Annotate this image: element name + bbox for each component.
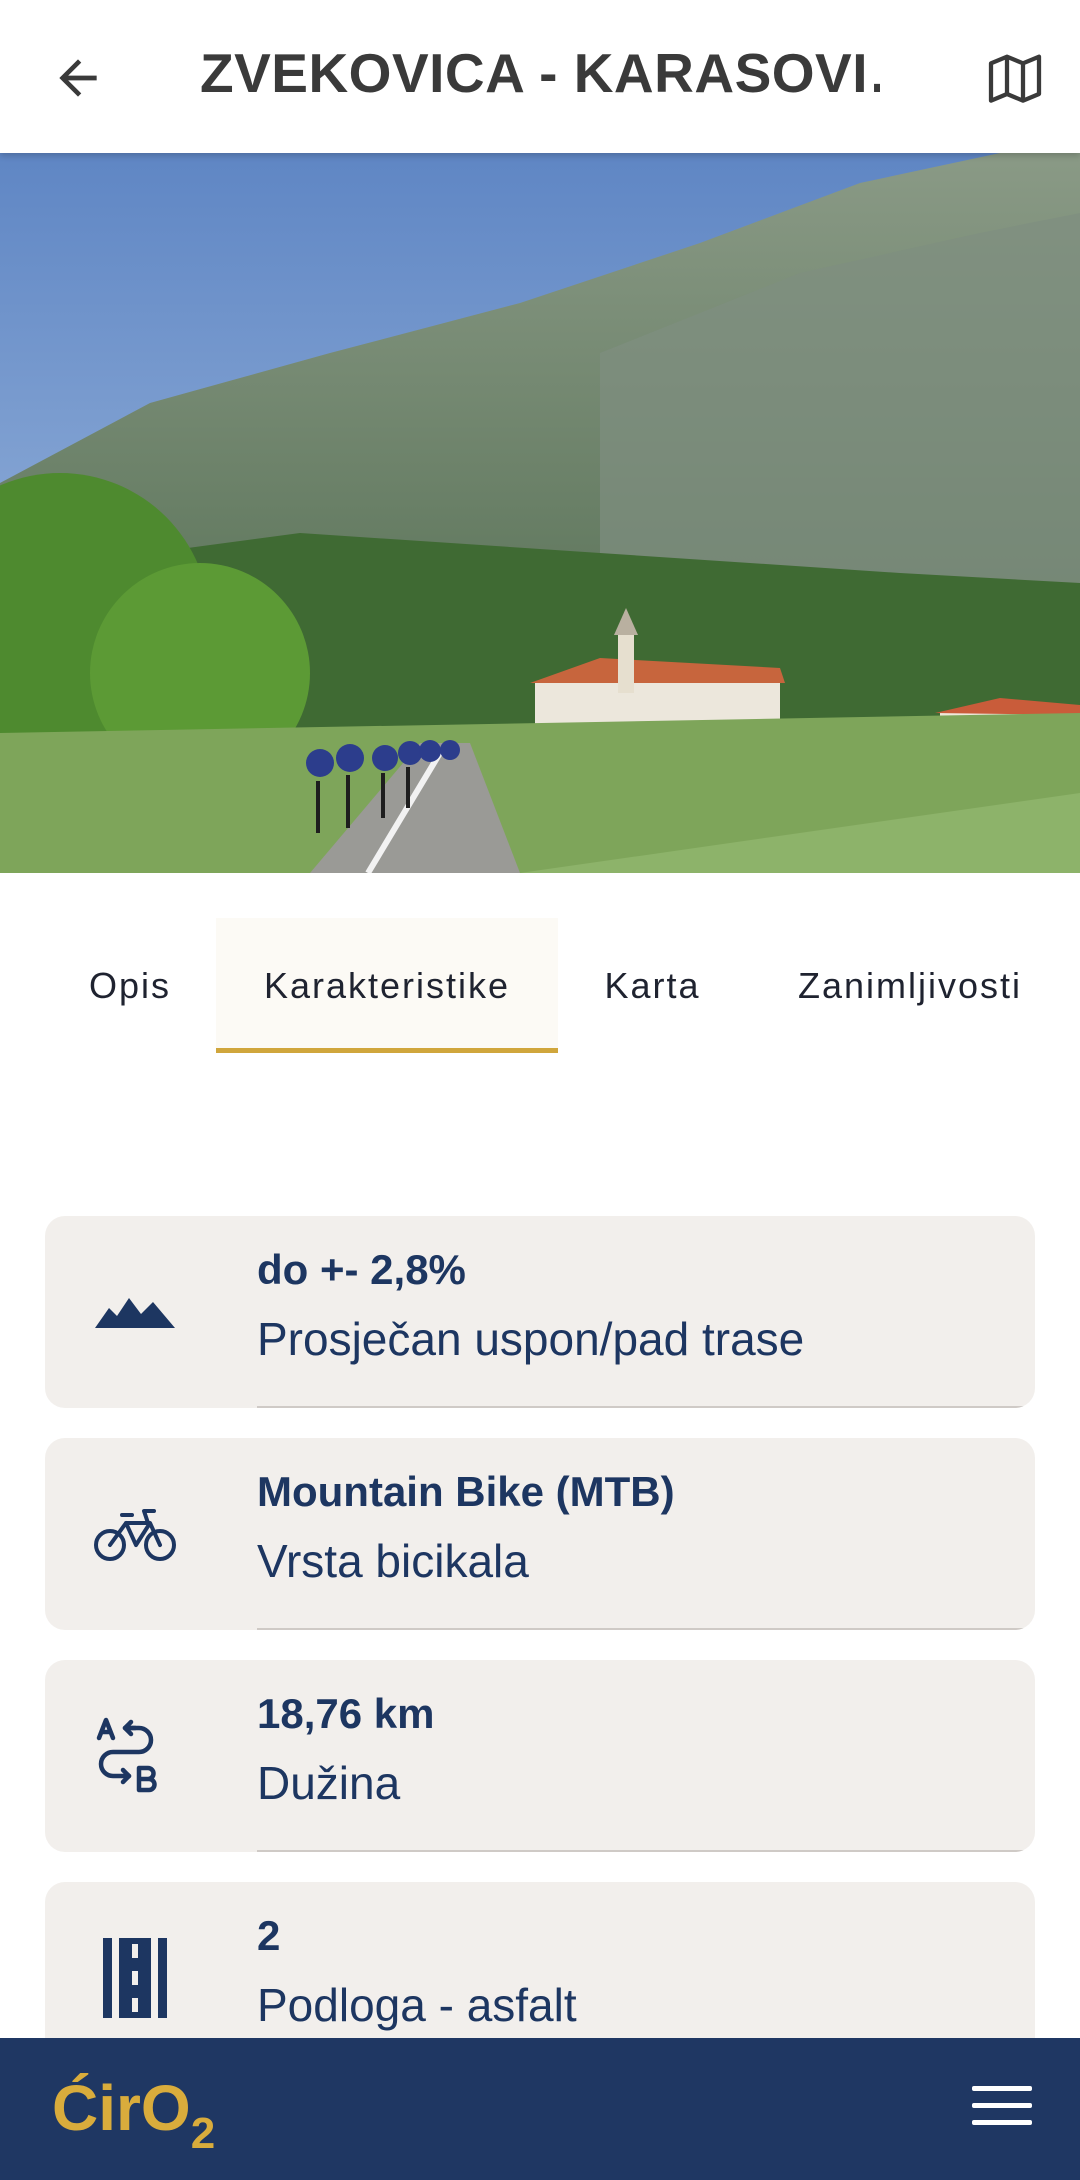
route-hero-image	[0, 153, 1080, 873]
page-title: ZVEKOVICA - KARASOVI…	[200, 42, 880, 104]
characteristic-label: Podloga - asfalt	[257, 1979, 577, 2031]
characteristic-label: Vrsta bicikala	[257, 1535, 529, 1587]
mountains-icon	[85, 1262, 185, 1362]
characteristic-value: 18,76 km	[257, 1690, 435, 1737]
hamburger-menu-icon[interactable]	[972, 2086, 1032, 2134]
characteristic-card-slope[interactable]: do +- 2,8% Prosječan uspon/pad trase	[45, 1216, 1035, 1408]
characteristic-value: 2	[257, 1912, 281, 1959]
tab-karta[interactable]: Karta	[580, 918, 725, 1053]
characteristic-card-bike-type[interactable]: Mountain Bike (MTB) Vrsta bicikala	[45, 1438, 1035, 1630]
divider	[257, 1850, 1035, 1852]
route-a-to-b-icon	[85, 1706, 185, 1806]
bottom-bar: ĆirO2	[0, 2038, 1080, 2180]
divider	[257, 1628, 1035, 1630]
characteristic-value: do +- 2,8%	[257, 1246, 466, 1293]
characteristic-label: Prosječan uspon/pad trase	[257, 1313, 805, 1365]
tab-karakteristike[interactable]: Karakteristike	[216, 918, 558, 1053]
map-icon[interactable]	[975, 38, 1055, 118]
characteristic-card-length[interactable]: 18,76 km Dužina	[45, 1660, 1035, 1852]
logo-subscript: 2	[190, 2109, 216, 2158]
characteristic-value: Mountain Bike (MTB)	[257, 1468, 675, 1515]
tab-bar: Opis Karakteristike Karta Zanimljivosti	[0, 918, 1080, 1053]
app-bar: ZVEKOVICA - KARASOVI…	[0, 0, 1080, 153]
road-icon	[85, 1928, 185, 2028]
tab-opis[interactable]: Opis	[60, 918, 200, 1053]
characteristic-label: Dužina	[257, 1757, 401, 1809]
logo-text: ĆirO	[52, 2072, 191, 2144]
ciro2-logo[interactable]: ĆirO2	[52, 2068, 216, 2158]
divider	[257, 1406, 1035, 1408]
tab-zanimljivosti[interactable]: Zanimljivosti	[770, 918, 1050, 1053]
back-arrow-icon[interactable]	[42, 42, 114, 114]
bicycle-icon	[85, 1484, 185, 1584]
